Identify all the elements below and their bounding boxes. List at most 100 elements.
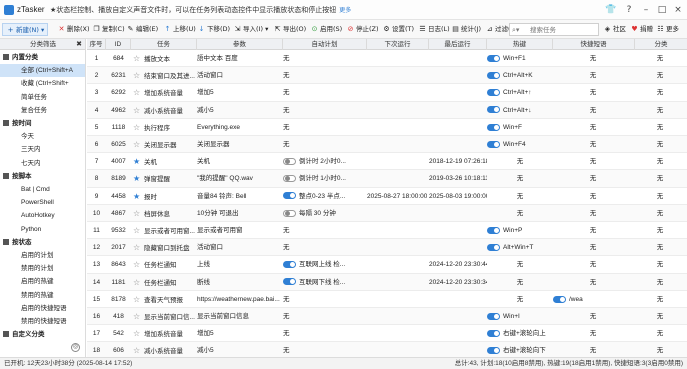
sidebar-item[interactable]: 启用的快捷短语	[0, 302, 85, 315]
col-task[interactable]: 任务	[131, 39, 197, 50]
enable-button[interactable]: ⊙ 启用(S)	[310, 23, 343, 36]
sidebar-item[interactable]: 禁用的计划	[0, 262, 85, 275]
auto-plan-toggle[interactable]	[283, 261, 296, 269]
favorite-star-icon[interactable]: ☆	[133, 325, 142, 342]
table-row[interactable]: 3 6292 ☆ 增加系统音量 增加5 无 Ctrl+Alt+↑ 无无	[87, 84, 687, 102]
hotkey-toggle[interactable]	[487, 106, 500, 114]
sidebar-item[interactable]: AutoHotkey	[0, 209, 85, 222]
sidebar-item[interactable]: PowerShell	[0, 196, 85, 209]
col-hotkey[interactable]: 热键	[487, 39, 553, 50]
favorite-star-icon[interactable]: ☆	[133, 274, 142, 291]
search-input[interactable]	[530, 25, 596, 35]
table-row[interactable]: 14 1181 ☆ 任务栏通知 断线 互联网下线 检... 2024-12-20 23:30…	[87, 273, 687, 291]
sidebar-group[interactable]: 内置分类	[0, 51, 85, 64]
donate-button[interactable]: ♥ 捐赠	[630, 23, 653, 36]
hotkey-toggle[interactable]	[487, 329, 500, 337]
minimize-icon[interactable]: –	[639, 3, 653, 17]
help-icon[interactable]: ?	[622, 3, 636, 17]
table-row[interactable]: 11 9532 ☆ 显示或者可用窗... 显示或者可用窗 无 Win+P 无 无	[87, 222, 687, 240]
table-row[interactable]: 12 2017 ☆ 隐藏窗口到托盘 活动窗口 无 Alt+Win+T 无 无	[87, 239, 687, 257]
favorite-star-icon[interactable]: ☆	[133, 102, 142, 119]
shirt-icon[interactable]: 👕	[604, 3, 618, 17]
favorite-star-icon[interactable]: ☆	[133, 205, 142, 222]
auto-plan-toggle[interactable]	[283, 209, 296, 217]
hotkey-toggle[interactable]	[487, 71, 500, 79]
favorite-star-icon[interactable]: ☆	[133, 50, 142, 67]
table-row[interactable]: 8 8189 ★ 弹窗提醒 "我的提醒" QQ.wav 倒计时 1小时0... 2019-0…	[87, 170, 687, 188]
quick-phrase-toggle[interactable]	[553, 295, 566, 303]
edit-button[interactable]: ✎ 编辑(E)	[126, 23, 159, 36]
sidebar-item[interactable]: 今天	[0, 130, 85, 143]
col-auto[interactable]: 自动计划	[283, 39, 367, 50]
sidebar-item[interactable]: 禁用的热键	[0, 289, 85, 302]
table-row[interactable]: 17 542 ☆ 增加系统音量 增加5 无右键+滚轮向上无无	[87, 325, 687, 343]
table-row[interactable]: 6 6025 ☆ 关闭显示器 关闭显示器无 Win+F4 无无	[87, 136, 687, 154]
auto-plan-toggle[interactable]	[283, 157, 296, 165]
hotkey-toggle[interactable]	[487, 226, 500, 234]
maximize-icon[interactable]: □	[655, 3, 669, 17]
col-quick-phrase[interactable]: 快捷短语	[553, 39, 635, 50]
auto-plan-toggle[interactable]	[283, 278, 296, 286]
favorite-star-icon[interactable]: ☆	[133, 119, 142, 136]
search-box[interactable]: ⌕▾	[509, 23, 599, 36]
table-row[interactable]: 10 4867 ☆ 档屏休息 10分钟 可退出 每隔 30 分钟无无无	[87, 204, 687, 222]
hotkey-toggle[interactable]	[487, 89, 500, 97]
hotkey-toggle[interactable]	[487, 312, 500, 320]
sidebar-group[interactable]: 自定义分类	[0, 328, 85, 341]
favorite-star-icon[interactable]: ☆	[133, 239, 142, 256]
hotkey-toggle[interactable]	[487, 347, 500, 355]
auto-plan-toggle[interactable]	[283, 175, 296, 183]
sidebar-item[interactable]: 启用的热键	[0, 275, 85, 288]
import-button[interactable]: ⇲ 导入(I) ▾	[233, 23, 269, 36]
sidebar-settings-icon[interactable]: ◎	[71, 343, 80, 352]
move-up-button[interactable]: ↑ 上移(U)	[163, 23, 196, 36]
sidebar-item[interactable]: Bat | Cmd	[0, 183, 85, 196]
table-row[interactable]: 1 684 ☆ 播放文本 語中文本 百度无 Win+F1 无无	[87, 50, 687, 68]
table-row[interactable]: 13 8643 ☆ 任务栏通知 上线 互联网上线 检... 2024-12-20 23:30…	[87, 256, 687, 274]
sidebar-item[interactable]: Python	[0, 223, 85, 236]
close-icon[interactable]: ×	[671, 3, 685, 17]
favorite-star-icon[interactable]: ★	[133, 153, 142, 170]
favorite-star-icon[interactable]: ☆	[133, 256, 142, 273]
sidebar-item[interactable]: 禁用的快捷短语	[0, 315, 85, 328]
sidebar-item[interactable]: 七天内	[0, 157, 85, 170]
favorite-star-icon[interactable]: ☆	[133, 308, 142, 325]
col-category[interactable]: 分类	[635, 39, 687, 50]
table-row[interactable]: 18 606 ☆ 减小系统音量 减小5 无右键+滚轮向下无无	[87, 342, 687, 357]
hotkey-toggle[interactable]	[487, 123, 500, 131]
hotkey-toggle[interactable]	[487, 54, 500, 62]
log-button[interactable]: ☰ 日志(L)	[418, 23, 449, 36]
table-row[interactable]: 15 8178 ☆ 查看天气预报 https://weathernew.pae.bai.…	[87, 291, 687, 308]
sidebar-item[interactable]: 全部 (Ctrl+Shift+A	[0, 64, 85, 78]
hotkey-toggle[interactable]	[487, 140, 500, 148]
sidebar-item[interactable]: 复合任务	[0, 104, 85, 117]
table-row[interactable]: 4 4962 ☆ 减小系统音量 减小5 无 Ctrl+Alt+↓ 无无	[87, 101, 687, 119]
col-seq[interactable]: 序号	[87, 39, 106, 50]
col-last-run[interactable]: 最后运行	[429, 39, 487, 50]
hotkey-toggle[interactable]	[487, 243, 500, 251]
favorite-star-icon[interactable]: ☆	[133, 84, 142, 101]
stats-button[interactable]: ▤ 统计(J)	[451, 23, 481, 36]
favorite-star-icon[interactable]: ☆	[133, 67, 142, 84]
favorite-star-icon[interactable]: ★	[133, 170, 142, 187]
delete-button[interactable]: ✕ 删除(X)	[57, 23, 90, 36]
export-button[interactable]: ⇱ 导出(O)	[273, 23, 307, 36]
table-row[interactable]: 2 6231 ☆ 结束窗口及其进... 活动窗口 无 Ctrl+Alt+K 无 无	[87, 67, 687, 85]
notice-more-link[interactable]: 更多	[339, 8, 351, 14]
disable-button[interactable]: ⊘ 停止(Z)	[346, 23, 379, 36]
favorite-star-icon[interactable]: ☆	[133, 222, 142, 239]
table-row[interactable]: 9 4458 ★ 报时 音量84 铃声: Bell 整点0-23 半点... 2025-08…	[87, 188, 687, 205]
sidebar-item[interactable]: 收藏 (Ctrl+Shift+	[0, 77, 85, 90]
sidebar-group[interactable]: 按时间	[0, 117, 85, 130]
copy-button[interactable]: ❐ 复制(C)	[92, 23, 124, 36]
sidebar-item[interactable]: 三天内	[0, 143, 85, 156]
col-param[interactable]: 参数	[197, 39, 283, 50]
favorite-star-icon[interactable]: ☆	[133, 342, 142, 357]
auto-plan-toggle[interactable]	[283, 192, 296, 200]
col-id[interactable]: ID	[106, 39, 131, 50]
favorite-star-icon[interactable]: ☆	[133, 291, 142, 308]
settings-button[interactable]: ⚙ 设置(T)	[382, 23, 414, 36]
sidebar-group[interactable]: 按脚本	[0, 170, 85, 183]
table-row[interactable]: 7 4007 ★ 关机 关机 倒计时 2小时0... 2018-12-19 07:26:18…	[87, 153, 687, 171]
col-next-run[interactable]: 下次运行	[367, 39, 429, 50]
